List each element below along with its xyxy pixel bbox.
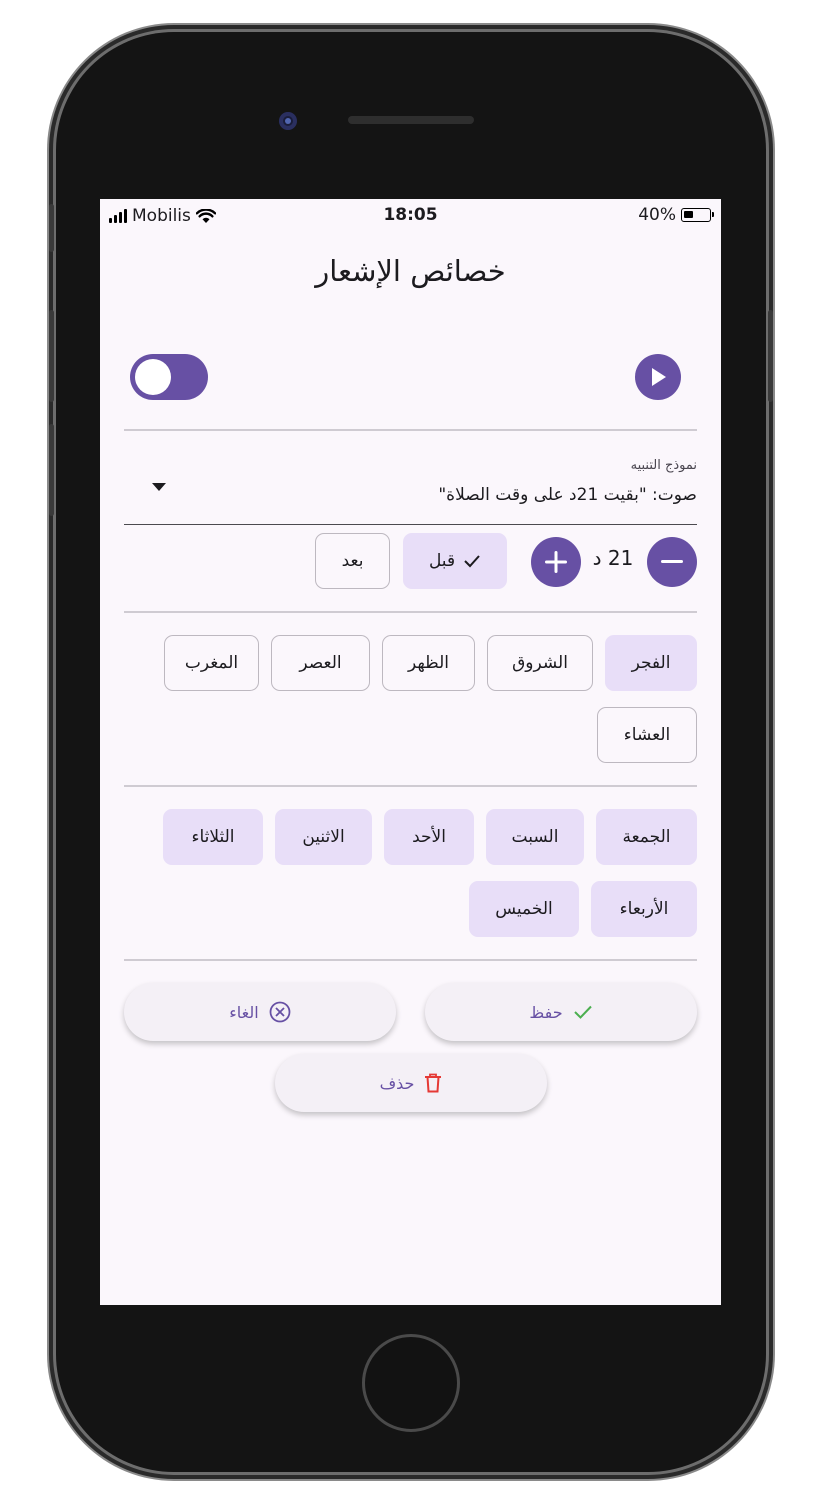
day-chip-monday[interactable]: الاثنين	[275, 809, 372, 865]
offset-before-label: قبل	[428, 551, 456, 571]
battery-percent: 40%	[638, 205, 676, 225]
prayer-chip-label: الشروق	[512, 653, 568, 673]
day-chip-label: الأربعاء	[619, 899, 669, 919]
power-button	[768, 310, 773, 402]
save-label: حفظ	[529, 1002, 563, 1022]
battery-icon	[681, 208, 714, 222]
day-chip-label: السبت	[511, 827, 559, 847]
increase-minutes-button[interactable]	[531, 537, 581, 587]
prayer-chip-label: المغرب	[184, 653, 239, 673]
play-sound-button[interactable]	[635, 354, 681, 400]
prayer-chip-label: العصر	[299, 653, 342, 673]
prayer-chip-label: الظهر	[407, 653, 450, 673]
volume-up-button	[49, 310, 54, 402]
plus-icon	[545, 551, 567, 573]
dropdown-arrow-icon	[152, 483, 166, 491]
front-camera	[279, 112, 297, 130]
cancel-circle-icon	[269, 1001, 291, 1023]
status-time: 18:05	[383, 205, 438, 225]
alert-template-value: صوت: "بقيت 21د على وقت الصلاة"	[438, 485, 697, 505]
play-icon	[652, 368, 666, 386]
earpiece-speaker	[348, 116, 474, 124]
day-chip-label: الخميس	[495, 899, 553, 919]
day-chip-label: الثلاثاء	[191, 827, 235, 847]
status-right: 40%	[638, 205, 714, 225]
delete-label: حذف	[379, 1073, 415, 1093]
alert-template-label: نموذج التنبيه	[630, 458, 697, 473]
trash-icon	[425, 1073, 442, 1093]
volume-down-button	[49, 424, 54, 516]
minus-icon	[661, 560, 683, 563]
battery-fill	[684, 211, 693, 218]
alert-template-dropdown[interactable]: نموذج التنبيه صوت: "بقيت 21د على وقت الص…	[124, 449, 697, 525]
day-chip-thursday[interactable]: الخميس	[469, 881, 579, 937]
minutes-value: 21 د	[592, 546, 634, 570]
divider	[124, 959, 697, 961]
delete-button[interactable]: حذف	[275, 1054, 547, 1112]
prayer-chip-isha[interactable]: العشاء	[597, 707, 697, 763]
day-chip-label: الاثنين	[302, 827, 345, 847]
day-chip-tuesday[interactable]: الثلاثاء	[163, 809, 263, 865]
divider	[124, 429, 697, 431]
prayer-chip-label: العشاء	[623, 725, 671, 745]
page-title: خصائص الإشعار	[315, 254, 506, 288]
offset-after-chip[interactable]: بعد	[315, 533, 390, 589]
decrease-minutes-button[interactable]	[647, 537, 697, 587]
prayer-chip-fajr[interactable]: الفجر	[605, 635, 697, 691]
mute-switch	[49, 204, 54, 252]
day-chip-sunday[interactable]: الأحد	[384, 809, 474, 865]
check-icon	[573, 1005, 592, 1019]
offset-after-label: بعد	[341, 551, 364, 571]
prayer-chip-shuruq[interactable]: الشروق	[487, 635, 593, 691]
day-chip-friday[interactable]: الجمعة	[596, 809, 697, 865]
offset-before-chip[interactable]: قبل	[403, 533, 507, 589]
prayer-chip-maghrib[interactable]: المغرب	[164, 635, 259, 691]
save-button[interactable]: حفظ	[425, 983, 697, 1041]
app-screen: Mobilis 18:05 40% خصائص الإشعار نموذج ال…	[100, 199, 721, 1305]
prayer-chip-label: الفجر	[631, 653, 671, 673]
divider	[124, 611, 697, 613]
check-icon	[464, 555, 480, 568]
cancel-button[interactable]: الغاء	[124, 983, 396, 1041]
toggle-knob	[135, 359, 171, 395]
day-chip-saturday[interactable]: السبت	[486, 809, 584, 865]
prayer-chip-dhuhr[interactable]: الظهر	[382, 635, 475, 691]
status-bar: Mobilis 18:05 40%	[100, 199, 721, 233]
divider	[124, 785, 697, 787]
cancel-label: الغاء	[229, 1002, 259, 1022]
day-chip-wednesday[interactable]: الأربعاء	[591, 881, 697, 937]
day-chip-label: الجمعة	[622, 827, 671, 847]
home-button[interactable]	[362, 1334, 460, 1432]
prayer-chip-asr[interactable]: العصر	[271, 635, 370, 691]
day-chip-label: الأحد	[412, 827, 446, 847]
enable-toggle[interactable]	[130, 354, 208, 400]
